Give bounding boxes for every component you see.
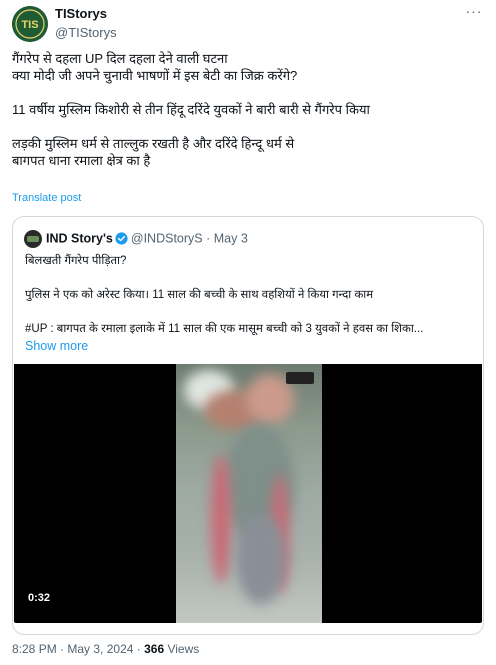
quoted-text-line: #UP : बागपत के रमाला इलाके में 11 साल की… — [25, 323, 424, 335]
post-text-line: बागपत धाना रमाला क्षेत्र का है — [12, 153, 151, 168]
post-text-line: क्या मोदी जी अपने चुनावी भाषणों में इस ब… — [12, 68, 298, 83]
post-text-line: लड़की मुस्लिम धर्म से ताल्लुक रखती है और… — [12, 136, 295, 151]
quoted-post-text: बिलखती गैंगरेप पीड़िता? पुलिस ने एक को अ… — [25, 253, 477, 355]
post-date[interactable]: May 3, 2024 — [67, 642, 133, 656]
video-duration-badge: 0:32 — [24, 591, 55, 605]
author-handle[interactable]: @TIStorys — [55, 25, 117, 41]
author-display-name[interactable]: TIStorys — [55, 6, 117, 22]
post-text: गैंगरेप से दहला UP दिल दहला देने वाली घट… — [12, 50, 482, 169]
video-watermark — [286, 372, 314, 384]
post-meta: 8:28 PM · May 3, 2024 · 366 Views — [12, 642, 199, 656]
svg-text:TIS: TIS — [21, 19, 38, 31]
quoted-text-line: पुलिस ने एक को अरेस्ट किया। 11 साल की बच… — [25, 289, 374, 301]
quoted-text-line: बिलखती गैंगरेप पीड़िता? — [25, 255, 127, 267]
quoted-author-name: IND Story's — [46, 231, 113, 246]
quoted-date: May 3 — [213, 231, 248, 246]
author-names: TIStorys @TIStorys — [55, 6, 117, 41]
show-more-link[interactable]: Show more — [25, 339, 88, 353]
quoted-text-blank — [25, 270, 477, 287]
post-text-blank — [12, 118, 482, 135]
quoted-author-handle: @INDStoryS — [130, 231, 203, 246]
post-time[interactable]: 8:28 PM — [12, 642, 57, 656]
meta-separator: · — [56, 642, 68, 656]
verified-badge-icon — [115, 232, 128, 245]
views-count: 366 — [144, 642, 165, 656]
quoted-separator: · — [206, 231, 211, 246]
quoted-author-avatar — [24, 229, 42, 248]
quoted-post-card[interactable]: IND Story's @INDStoryS · May 3 बिलखती गैं… — [12, 216, 484, 635]
meta-separator: · — [133, 642, 145, 656]
quoted-text-blank — [25, 304, 477, 321]
post-text-line: 11 वर्षीय मुस्लिम किशोरी से तीन हिंदू दर… — [12, 102, 370, 117]
video-player[interactable]: 0:32 — [14, 364, 482, 623]
post-text-line: गैंगरेप से दहला UP दिल दहला देने वाली घट… — [12, 51, 228, 66]
post-header: TIS TIStorys @TIStorys ··· — [12, 4, 484, 42]
more-options-icon[interactable]: ··· — [464, 4, 484, 22]
author-avatar[interactable]: TIS — [12, 6, 48, 42]
views-label: Views — [164, 642, 200, 656]
quoted-post-header: IND Story's @INDStoryS · May 3 — [24, 229, 473, 248]
tis-logo-icon: TIS — [12, 6, 48, 42]
translate-post-link[interactable]: Translate post — [12, 192, 81, 204]
video-thumbnail — [176, 364, 322, 623]
post-text-blank — [12, 84, 482, 101]
